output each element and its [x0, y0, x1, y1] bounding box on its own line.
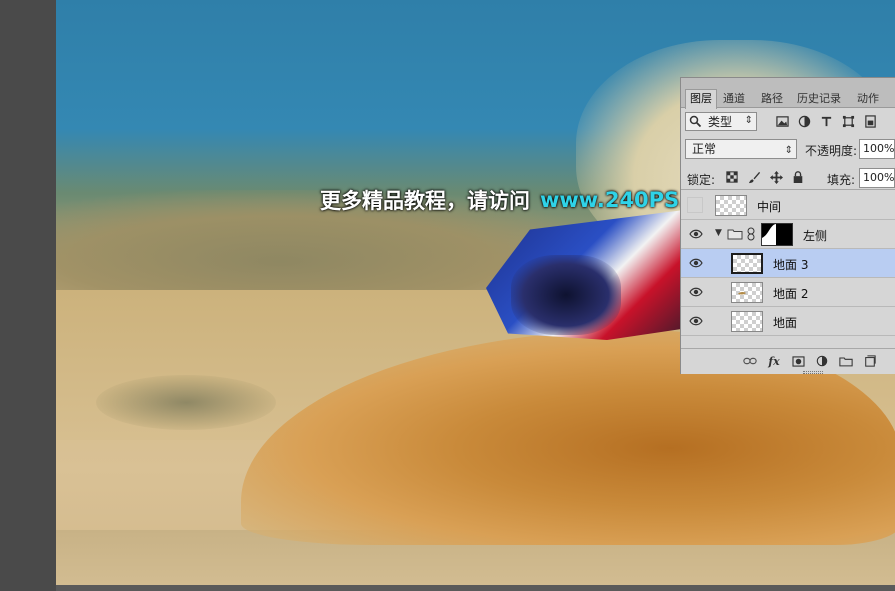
panel-resize-grip[interactable]	[803, 371, 823, 374]
chain-link-icon[interactable]	[747, 227, 755, 241]
shape-filter-icon[interactable]	[841, 114, 855, 128]
layers-panel: 图层 通道 路径 历史记录 动作 类型 ⇕ 正常 ⇕ 不透明度: 100% 锁定…	[680, 77, 895, 374]
link-layers-icon[interactable]	[743, 354, 757, 368]
add-mask-icon[interactable]	[791, 354, 805, 368]
tab-actions[interactable]: 动作	[853, 90, 883, 108]
layer-list: 中间 ▼ 左侧 地面 3 地面 2 地面	[681, 191, 895, 347]
filter-type-value: 类型	[708, 115, 733, 129]
blend-mode-select[interactable]: 正常 ⇕	[685, 139, 797, 159]
layer-row-ground-2[interactable]: 地面 2	[681, 278, 895, 307]
text-filter-icon[interactable]	[819, 114, 833, 128]
sand-shadow	[96, 375, 276, 430]
layer-name: 左侧	[803, 229, 828, 243]
eye-icon[interactable]	[689, 286, 703, 298]
layer-row-ground[interactable]: 地面	[681, 307, 895, 336]
tab-layers[interactable]: 图层	[685, 89, 717, 109]
layer-row-middle[interactable]: 中间	[681, 191, 895, 220]
layer-name: 地面	[773, 316, 798, 330]
expand-triangle-icon[interactable]: ▼	[715, 228, 722, 238]
canvas-pasteboard	[0, 0, 56, 591]
filter-type-select[interactable]: 类型 ⇕	[685, 112, 757, 131]
lock-position-move-icon[interactable]	[769, 170, 783, 184]
layer-name: 地面 2	[773, 287, 809, 301]
lock-row: 锁定: 填充: 100%	[681, 164, 895, 190]
motorcycle-wheel	[511, 255, 621, 335]
layer-thumbnail	[731, 253, 763, 274]
tab-paths[interactable]: 路径	[757, 90, 787, 108]
fill-label: 填充:	[827, 173, 856, 187]
layer-thumbnail	[731, 282, 763, 303]
visibility-toggle-empty[interactable]	[687, 197, 703, 213]
tab-channels[interactable]: 通道	[719, 90, 749, 108]
layer-thumbnail	[731, 311, 763, 332]
new-layer-icon[interactable]	[863, 354, 877, 368]
lock-all-icon[interactable]	[791, 170, 805, 184]
watermark-text: 更多精品教程，请访问	[320, 189, 530, 213]
eye-icon[interactable]	[689, 228, 703, 240]
eye-icon[interactable]	[689, 315, 703, 327]
layer-row-left-group[interactable]: ▼ 左侧	[681, 220, 895, 249]
panel-tabs: 图层 通道 路径 历史记录 动作	[681, 78, 895, 109]
search-icon	[689, 115, 702, 128]
layer-thumbnail	[715, 195, 747, 216]
photoshop-workspace: 更多精品教程，请访问 www.240PS.com 图层 通道 路径 历史记录 动…	[0, 0, 895, 591]
filter-icons	[775, 114, 877, 128]
fx-icon[interactable]: fx	[767, 354, 781, 368]
folder-icon	[727, 229, 743, 240]
image-filter-icon[interactable]	[775, 114, 789, 128]
fill-field[interactable]: 100%	[859, 168, 895, 188]
blend-mode-value: 正常	[692, 142, 717, 156]
layer-row-ground-3[interactable]: 地面 3	[681, 249, 895, 278]
tab-history[interactable]: 历史记录	[793, 90, 845, 108]
layer-name: 中间	[757, 200, 782, 214]
lock-icons	[725, 170, 805, 184]
opacity-label: 不透明度:	[805, 144, 858, 158]
lock-label: 锁定:	[687, 173, 716, 187]
blend-row: 正常 ⇕ 不透明度: 100%	[681, 136, 895, 162]
watermark: 更多精品教程，请访问 www.240PS.com	[320, 185, 736, 215]
chevron-down-icon: ⇕	[784, 145, 793, 156]
new-group-icon[interactable]	[839, 354, 853, 368]
bottom-icons: fx	[743, 354, 877, 368]
lock-transparency-icon[interactable]	[725, 170, 739, 184]
adjustment-filter-icon[interactable]	[797, 114, 811, 128]
adjustment-layer-icon[interactable]	[815, 354, 829, 368]
layers-bottom-toolbar: fx	[681, 348, 895, 374]
lock-paint-brush-icon[interactable]	[747, 170, 761, 184]
filter-row: 类型 ⇕	[681, 109, 895, 135]
chevron-down-icon: ⇕	[744, 115, 753, 126]
opacity-field[interactable]: 100%	[859, 139, 895, 159]
layer-mask-thumbnail[interactable]	[761, 223, 793, 246]
layer-name: 地面 3	[773, 258, 809, 272]
smart-object-filter-icon[interactable]	[863, 114, 877, 128]
eye-icon[interactable]	[689, 257, 703, 269]
